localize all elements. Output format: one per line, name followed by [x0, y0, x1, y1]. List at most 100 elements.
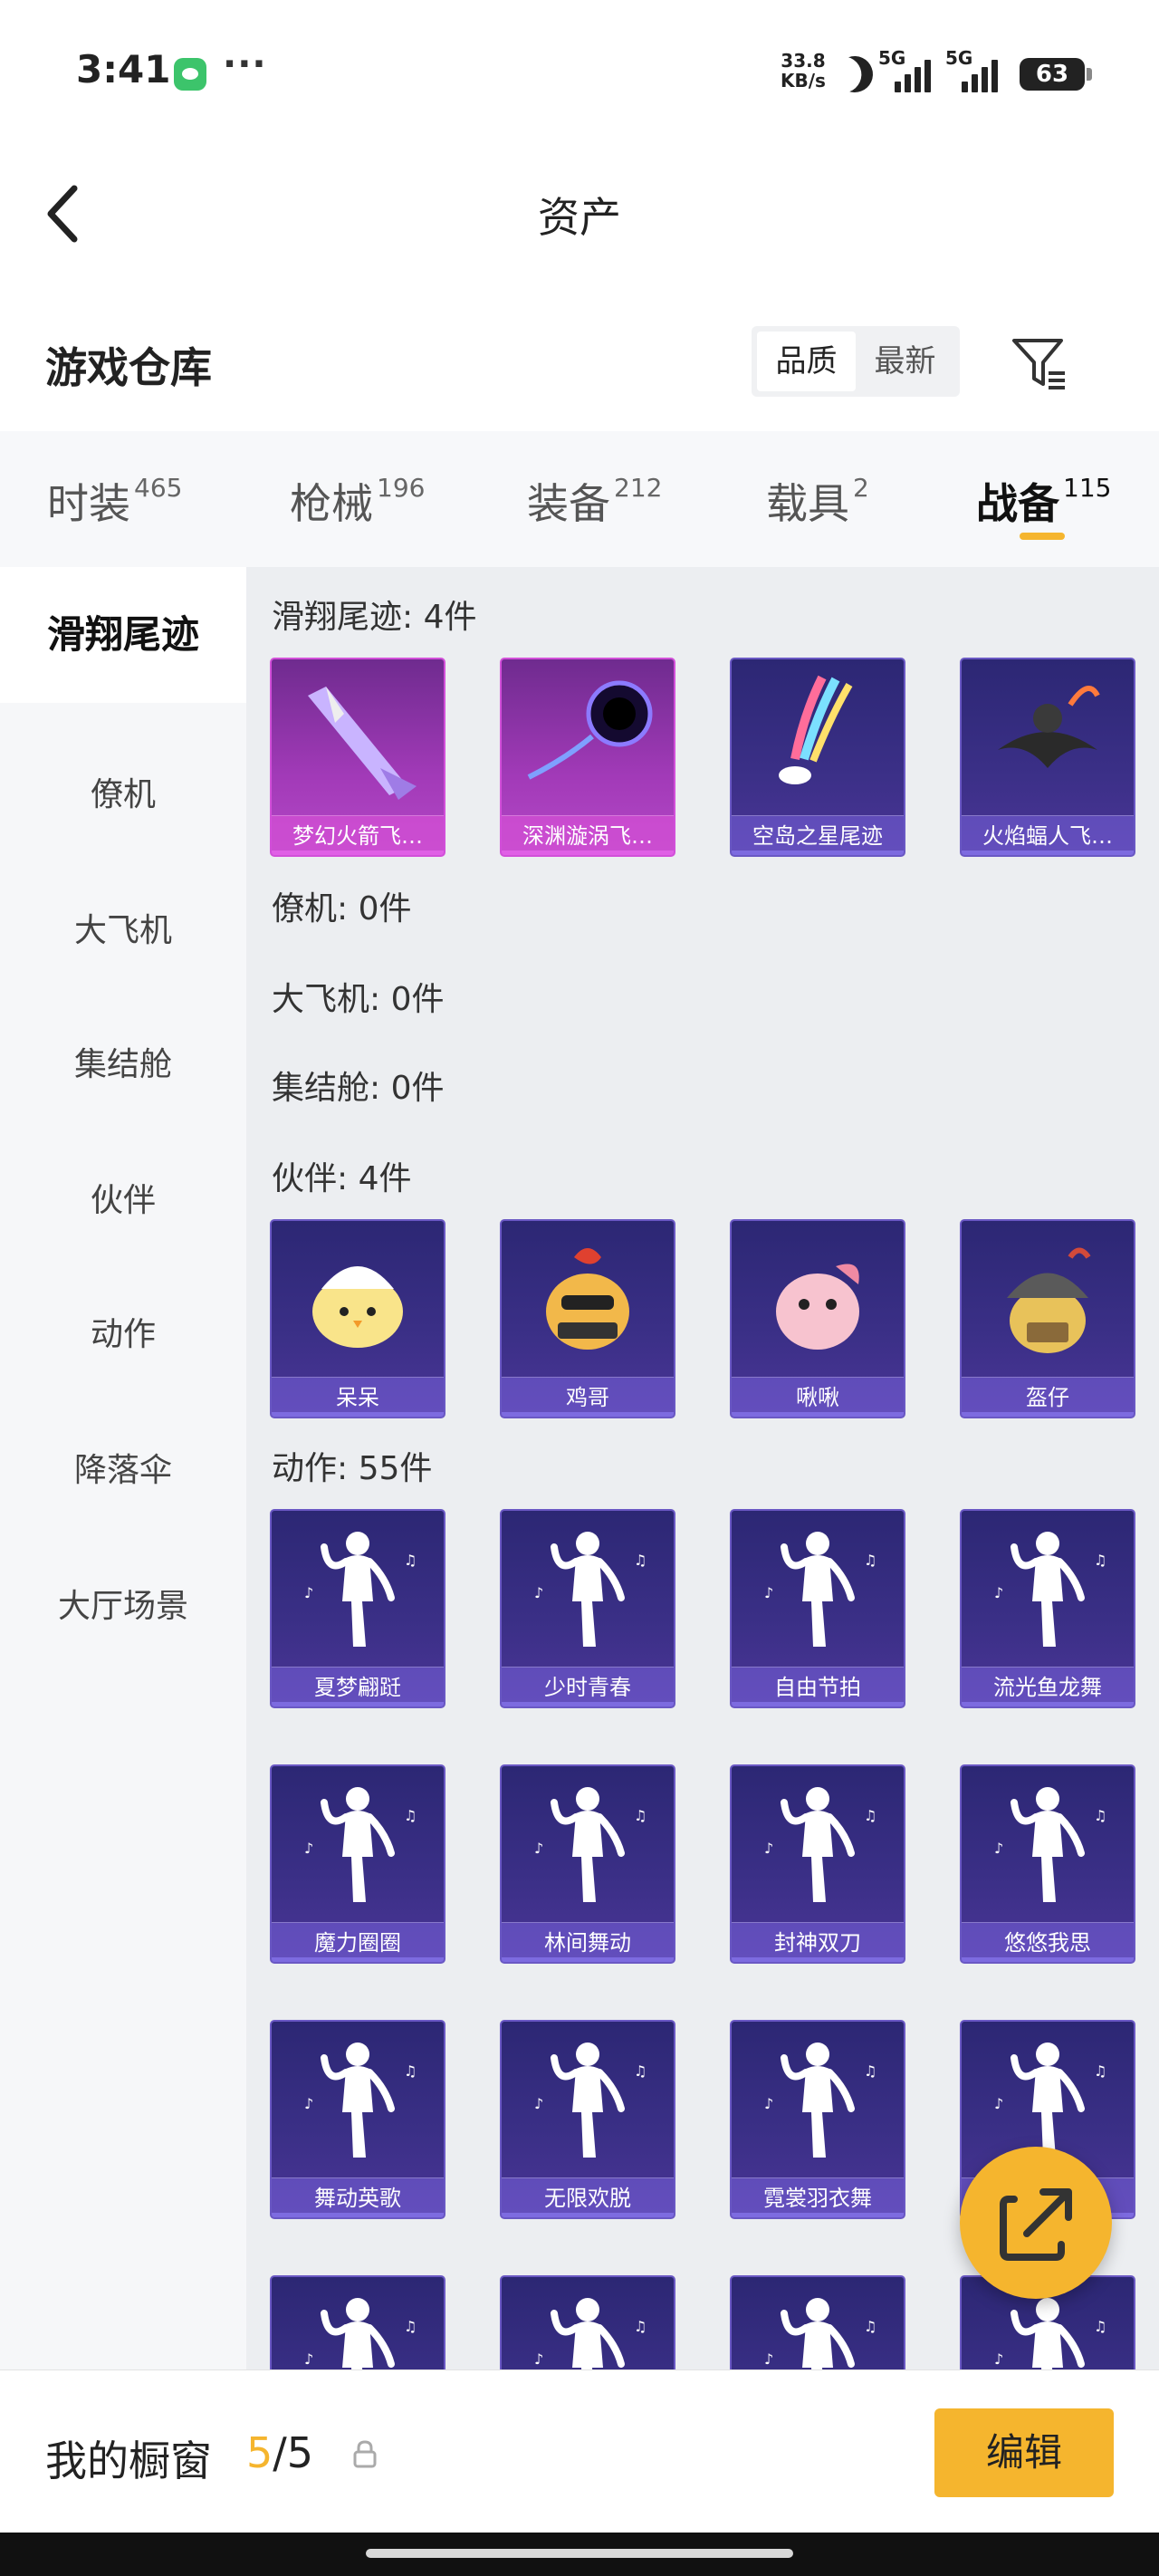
svg-text:♪: ♪: [764, 1584, 773, 1601]
item-card[interactable]: ♪ ♫ 流光鱼龙舞: [960, 1509, 1135, 1708]
tab-battle-prep[interactable]: 战备 115: [976, 471, 1111, 531]
item-card[interactable]: 梦幻火箭飞…: [270, 658, 445, 857]
side-item-wingman[interactable]: 僚机: [0, 768, 246, 815]
svg-text:♫: ♫: [1094, 1552, 1106, 1569]
svg-text:♫: ♫: [1094, 1807, 1106, 1824]
dancer-icon: ♪♫: [764, 2043, 876, 2158]
tab-guns[interactable]: 枪械 196: [290, 471, 425, 531]
svg-text:♪: ♪: [534, 2350, 543, 2368]
item-card[interactable]: ♪ ♫: [730, 2275, 905, 2369]
svg-text:♫: ♫: [634, 1552, 647, 1569]
item-card[interactable]: 啾啾: [730, 1219, 905, 1418]
warehouse-title: 游戏仓库: [45, 343, 212, 392]
signal-2-icon: [958, 56, 1000, 92]
side-item-emote[interactable]: 动作: [0, 1308, 246, 1355]
svg-text:♪: ♪: [534, 1840, 543, 1857]
dancer-icon: ♪♫: [994, 1787, 1106, 1902]
item-card[interactable]: ♪ ♫ 舞动英歌: [270, 2020, 445, 2219]
category-tabs: 时装 465 枪械 196 装备 212 载具 2 战备 115: [0, 431, 1159, 567]
vortex-glider-icon: [527, 680, 653, 780]
side-item-assembly-pod[interactable]: 集结舱: [0, 1038, 246, 1085]
dancer-icon: ♪♫: [304, 1787, 417, 1902]
svg-text:♫: ♫: [1094, 2318, 1106, 2335]
sort-toggle: 品质 最新: [752, 326, 960, 397]
edit-button[interactable]: 编辑: [934, 2408, 1114, 2497]
item-card[interactable]: ♪ ♫ 魔力圈圈: [270, 1764, 445, 1964]
svg-text:♪: ♪: [994, 1584, 1003, 1601]
svg-text:♪: ♪: [994, 1840, 1003, 1857]
status-icons: 5G 5G 63: [831, 47, 1096, 98]
filter-button[interactable]: [1009, 333, 1068, 393]
svg-text:♫: ♫: [634, 2318, 647, 2335]
side-item-companion[interactable]: 伙伴: [0, 1174, 246, 1221]
helmet-chick-icon: [1007, 1247, 1091, 1353]
dancer-icon: ♪♫: [304, 2043, 417, 2158]
svg-text:♫: ♫: [864, 1807, 876, 1824]
item-card[interactable]: ♪ ♫: [500, 2275, 675, 2369]
svg-text:♫: ♫: [404, 2062, 417, 2080]
dancer-icon: ♪♫: [534, 2043, 647, 2158]
dancer-icon: ♪♫: [994, 1532, 1106, 1647]
section-heading-plane: 大飞机: 0件: [272, 981, 445, 1018]
item-card[interactable]: ♪ ♫ 林间舞动: [500, 1764, 675, 1964]
svg-text:♫: ♫: [864, 2062, 876, 2080]
svg-text:♫: ♫: [634, 1807, 647, 1824]
status-bar: 3:41 ··· 33.8 KB/s 5G 5G 63: [0, 0, 1159, 136]
item-card[interactable]: ♪ ♫ 霓裳羽衣舞: [730, 2020, 905, 2219]
svg-text:♪: ♪: [534, 1584, 543, 1601]
side-item-big-plane[interactable]: 大飞机: [0, 904, 246, 951]
item-card[interactable]: 鸡哥: [500, 1219, 675, 1418]
item-card[interactable]: ♪ ♫: [270, 2275, 445, 2369]
wechat-icon: [174, 58, 206, 91]
side-item-parachute[interactable]: 降落伞: [0, 1444, 246, 1491]
sky-star-trail-icon: [779, 675, 853, 784]
svg-text:♫: ♫: [1094, 2062, 1106, 2080]
svg-text:♫: ♫: [864, 1552, 876, 1569]
do-not-disturb-icon: [831, 51, 877, 97]
svg-text:♪: ♪: [764, 2095, 773, 2112]
side-item-lobby-scene[interactable]: 大厅场景: [0, 1580, 246, 1627]
svg-text:♪: ♪: [304, 1584, 313, 1601]
svg-text:♪: ♪: [764, 2350, 773, 2368]
item-card[interactable]: ♪ ♫ 夏梦翩跹: [270, 1509, 445, 1708]
item-card[interactable]: ♪ ♫ 封神双刀: [730, 1764, 905, 1964]
status-time: 3:41: [76, 47, 171, 91]
tab-equipment[interactable]: 装备 212: [527, 471, 662, 531]
dancer-icon: ♪♫: [534, 2298, 647, 2369]
share-button[interactable]: [960, 2147, 1112, 2299]
dancer-icon: ♪♫: [764, 1532, 876, 1647]
item-card[interactable]: 深渊漩涡飞…: [500, 658, 675, 857]
svg-text:♫: ♫: [404, 1807, 417, 1824]
item-card[interactable]: ♪ ♫ 自由节拍: [730, 1509, 905, 1708]
item-card[interactable]: 呆呆: [270, 1219, 445, 1418]
svg-text:♪: ♪: [764, 1840, 773, 1857]
dancer-icon: ♪♫: [534, 1787, 647, 1902]
home-indicator[interactable]: [366, 2549, 793, 2558]
section-heading-wingman: 僚机: 0件: [272, 890, 412, 928]
rooster-jige-icon: [546, 1248, 629, 1350]
tab-vehicles[interactable]: 载具 2: [766, 471, 869, 531]
svg-text:♪: ♪: [994, 2095, 1003, 2112]
item-card[interactable]: 火焰蝠人飞…: [960, 658, 1135, 857]
battery-icon: 63: [1020, 58, 1092, 91]
bird-jiujiu-icon: [776, 1264, 859, 1350]
svg-text:♫: ♫: [634, 2062, 647, 2080]
svg-text:♪: ♪: [994, 2350, 1003, 2368]
sort-quality-option[interactable]: 品质: [757, 332, 856, 391]
item-card[interactable]: 空岛之星尾迹: [730, 658, 905, 857]
active-tab-indicator: [1020, 533, 1065, 540]
item-card[interactable]: 盔仔: [960, 1219, 1135, 1418]
showcase-count: 5/5: [246, 2428, 314, 2477]
section-heading-trail: 滑翔尾迹: 4件: [272, 599, 477, 636]
svg-text:♫: ♫: [864, 2318, 876, 2335]
dancer-icon: ♪♫: [534, 1532, 647, 1647]
side-item-glide-trail[interactable]: 滑翔尾迹: [0, 567, 246, 703]
showcase-label: 我的橱窗: [45, 2437, 212, 2485]
tab-fashion[interactable]: 时装 465: [47, 471, 182, 531]
item-card[interactable]: ♪ ♫ 少时青春: [500, 1509, 675, 1708]
item-card[interactable]: ♪ ♫ 悠悠我思: [960, 1764, 1135, 1964]
bottom-bar: 我的橱窗 5/5 编辑: [0, 2369, 1159, 2533]
sort-newest-option[interactable]: 最新: [856, 332, 954, 391]
item-card[interactable]: ♪ ♫ 无限欢脱: [500, 2020, 675, 2219]
dancer-icon: ♪♫: [764, 1787, 876, 1902]
